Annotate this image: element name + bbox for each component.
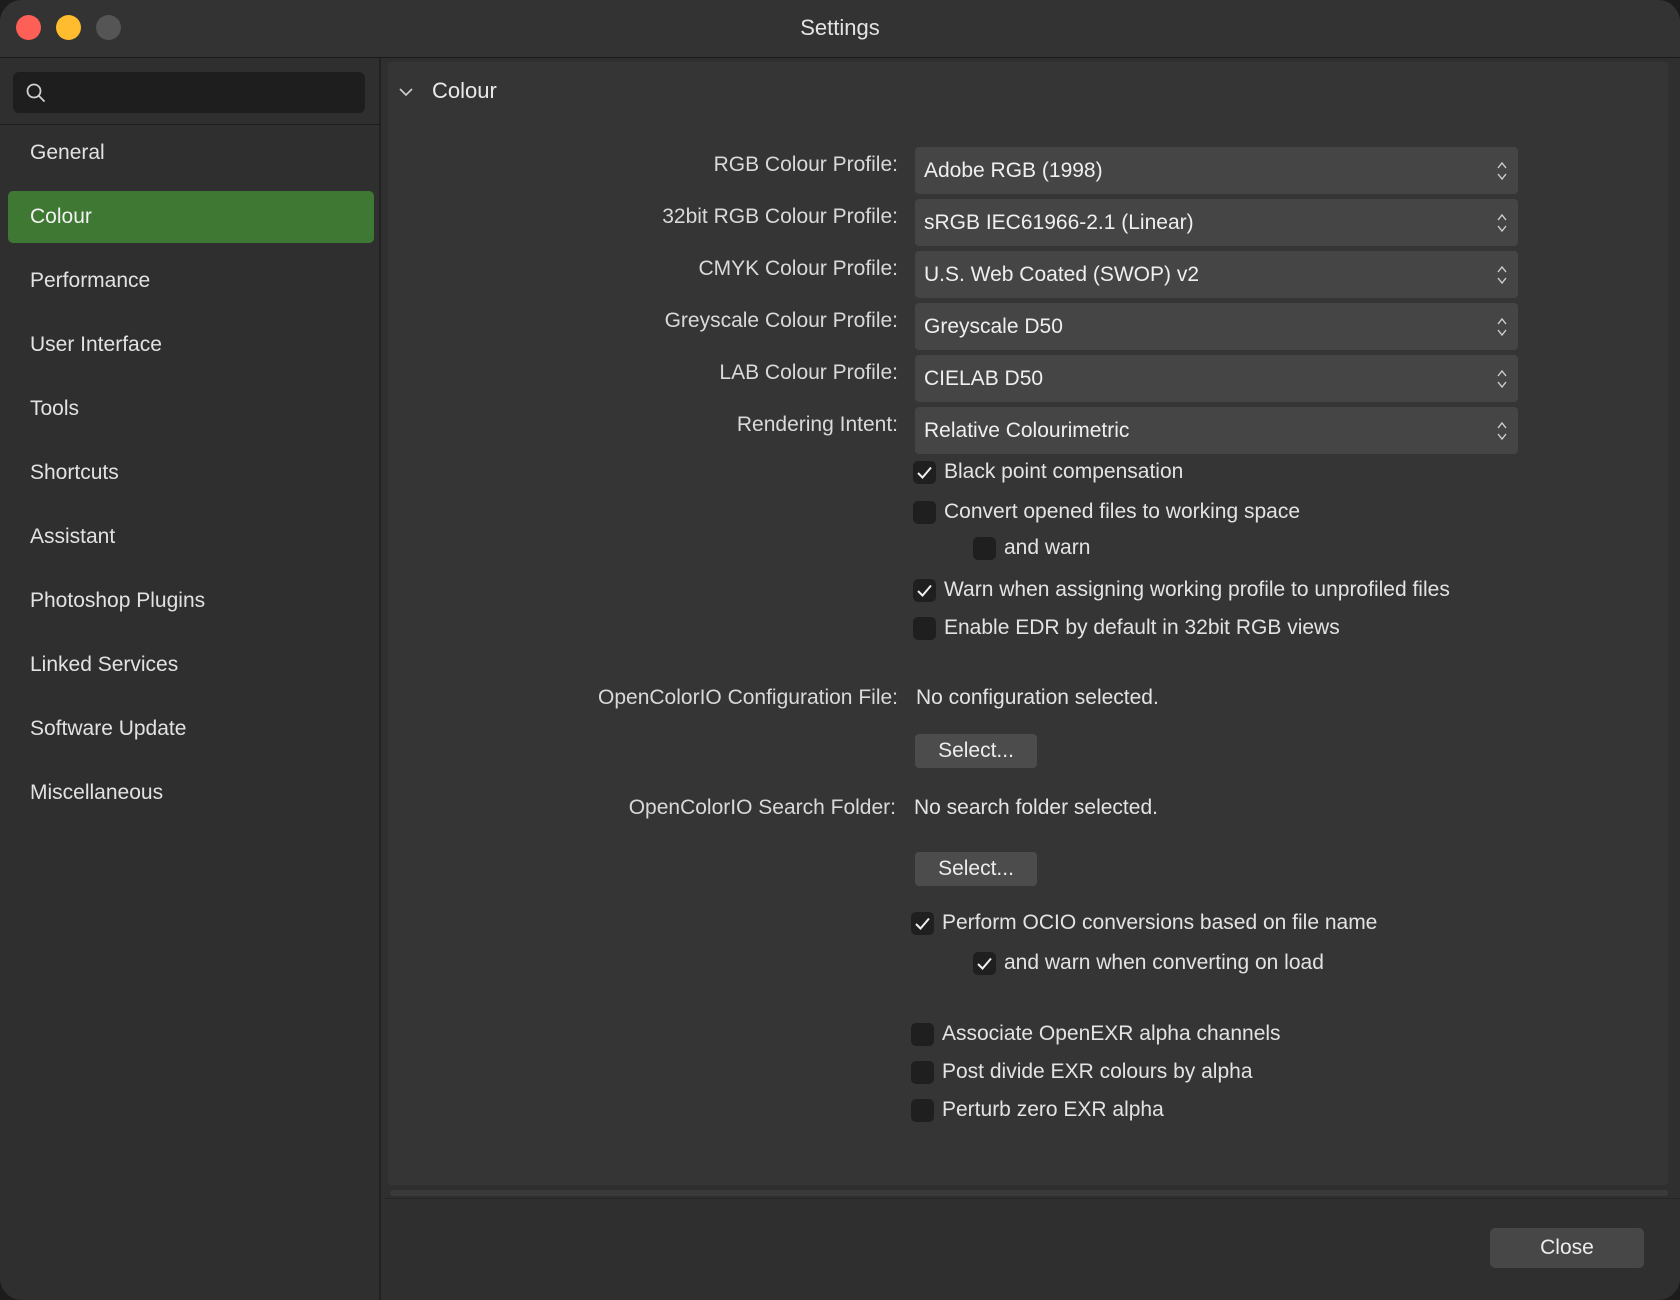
checkmark-icon (915, 917, 930, 930)
chevron-down-icon (399, 88, 413, 97)
post-divide-exr-checkbox[interactable] (911, 1061, 934, 1084)
greyscale-profile-value: Greyscale D50 (924, 315, 1063, 338)
post-divide-exr-label: Post divide EXR colours by alpha (942, 1060, 1253, 1083)
up-down-arrows-icon (1497, 369, 1507, 389)
black-point-compensation-checkbox[interactable] (913, 461, 936, 484)
ocio-folder-label: OpenColorIO Search Folder: (628, 796, 896, 819)
rgb32-profile-select[interactable]: sRGB IEC61966-2.1 (Linear) (915, 199, 1518, 246)
ocio-folder-value: No search folder selected. (914, 796, 1158, 819)
convert-and-warn-label: and warn (1004, 536, 1091, 559)
perturb-zero-exr-label: Perturb zero EXR alpha (942, 1098, 1164, 1121)
ocio-warn-on-load-label: and warn when converting on load (1004, 951, 1324, 974)
enable-edr-label: Enable EDR by default in 32bit RGB views (944, 616, 1340, 639)
up-down-arrows-icon (1497, 317, 1507, 337)
warn-unprofiled-checkbox[interactable] (913, 579, 936, 602)
footer-bar: Close (383, 1198, 1680, 1300)
convert-and-warn-checkbox[interactable] (973, 537, 996, 560)
rgb-profile-value: Adobe RGB (1998) (924, 159, 1103, 182)
associate-exr-alpha-label: Associate OpenEXR alpha channels (942, 1022, 1281, 1045)
up-down-arrows-icon (1497, 421, 1507, 441)
ocio-warn-on-load-checkbox[interactable] (973, 952, 996, 975)
sidebar-item-photoshop-plugins[interactable]: Photoshop Plugins (8, 575, 374, 627)
up-down-arrows-icon (1497, 265, 1507, 285)
associate-exr-alpha-checkbox[interactable] (911, 1023, 934, 1046)
search-box[interactable] (13, 72, 365, 113)
cmyk-profile-select[interactable]: U.S. Web Coated (SWOP) v2 (915, 251, 1518, 298)
sidebar-item-general[interactable]: General (8, 127, 374, 179)
rgb-profile-label: RGB Colour Profile: (713, 153, 898, 176)
ocio-config-select-button[interactable]: Select... (915, 734, 1037, 768)
window-title: Settings (800, 15, 880, 40)
greyscale-profile-label: Greyscale Colour Profile: (664, 309, 898, 332)
rendering-intent-select[interactable]: Relative Colourimetric (915, 407, 1518, 454)
panel-divider (390, 1190, 1668, 1196)
checkmark-icon (917, 584, 932, 597)
convert-opened-files-label: Convert opened files to working space (944, 500, 1301, 523)
warn-unprofiled-label: Warn when assigning working profile to u… (944, 578, 1450, 601)
black-point-compensation-label: Black point compensation (944, 460, 1184, 483)
checkmark-icon (977, 957, 992, 970)
sidebar-item-miscellaneous[interactable]: Miscellaneous (8, 767, 374, 819)
rendering-intent-value: Relative Colourimetric (924, 419, 1130, 442)
sidebar-nav: General Colour Performance User Interfac… (8, 127, 374, 831)
close-button[interactable]: Close (1490, 1228, 1644, 1268)
checkmark-icon (917, 466, 932, 479)
perform-ocio-label: Perform OCIO conversions based on file n… (942, 911, 1378, 934)
rendering-intent-label: Rendering Intent: (736, 413, 898, 436)
greyscale-profile-select[interactable]: Greyscale D50 (915, 303, 1518, 350)
perturb-zero-exr-checkbox[interactable] (911, 1099, 934, 1122)
cmyk-profile-value: U.S. Web Coated (SWOP) v2 (924, 263, 1200, 286)
section-title: Colour (432, 78, 497, 103)
ocio-folder-select-button[interactable]: Select... (915, 852, 1037, 886)
sidebar: General Colour Performance User Interfac… (0, 58, 381, 1300)
sidebar-item-colour[interactable]: Colour (8, 191, 374, 243)
lab-profile-value: CIELAB D50 (924, 367, 1044, 390)
sidebar-item-linked-services[interactable]: Linked Services (8, 639, 374, 691)
sidebar-divider (0, 124, 381, 125)
rgb32-profile-label: 32bit RGB Colour Profile: (662, 205, 898, 228)
title-bar: Settings (0, 0, 1680, 58)
convert-opened-files-checkbox[interactable] (913, 501, 936, 524)
lab-profile-label: LAB Colour Profile: (719, 361, 898, 384)
search-input[interactable] (57, 72, 357, 113)
sidebar-item-software-update[interactable]: Software Update (8, 703, 374, 755)
cmyk-profile-label: CMYK Colour Profile: (698, 257, 898, 280)
rgb32-profile-value: sRGB IEC61966-2.1 (Linear) (924, 211, 1194, 234)
lab-profile-select[interactable]: CIELAB D50 (915, 355, 1518, 402)
sidebar-item-user-interface[interactable]: User Interface (8, 319, 374, 371)
up-down-arrows-icon (1497, 213, 1507, 233)
sidebar-item-tools[interactable]: Tools (8, 383, 374, 435)
sidebar-item-assistant[interactable]: Assistant (8, 511, 374, 563)
sidebar-item-shortcuts[interactable]: Shortcuts (8, 447, 374, 499)
enable-edr-checkbox[interactable] (913, 617, 936, 640)
up-down-arrows-icon (1497, 161, 1507, 181)
ocio-config-value: No configuration selected. (916, 686, 1159, 709)
ocio-config-label: OpenColorIO Configuration File: (598, 686, 898, 709)
search-icon (26, 83, 45, 102)
perform-ocio-checkbox[interactable] (911, 912, 934, 935)
settings-window: Settings General Colour Performance User… (0, 0, 1680, 1300)
colour-settings-panel: Colour RGB Colour Profile: Adobe RGB (19… (388, 62, 1668, 1185)
rgb-profile-select[interactable]: Adobe RGB (1998) (915, 147, 1518, 194)
sidebar-item-performance[interactable]: Performance (8, 255, 374, 307)
